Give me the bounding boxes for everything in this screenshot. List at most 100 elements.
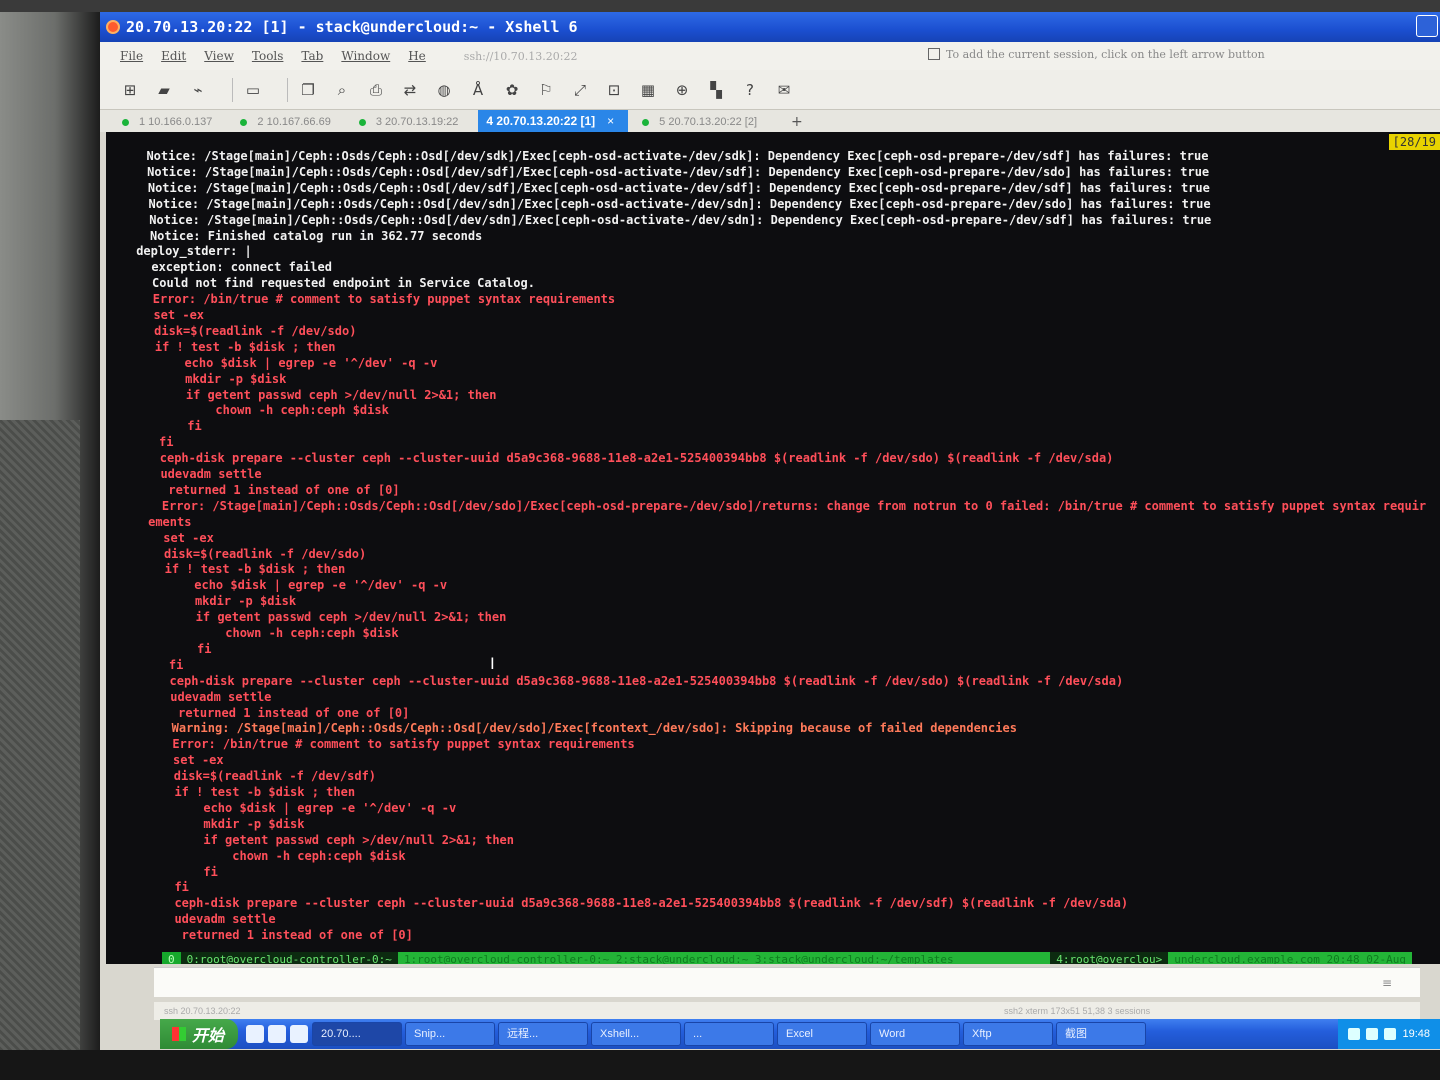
terminal-line: ceph-disk prepare --cluster ceph --clust…: [145, 451, 1114, 466]
tab-session-1[interactable]: 1 10.166.0.137: [114, 112, 226, 132]
script-icon[interactable]: ✿: [502, 80, 522, 100]
find-icon[interactable]: ⌕: [332, 80, 352, 100]
terminal-line: Error: /Stage[main]/Ceph::Osds/Ceph::Osd…: [147, 498, 1427, 513]
layout-icon[interactable]: ▚: [706, 80, 726, 100]
tab-close-icon[interactable]: ×: [607, 114, 614, 128]
toolbar-divider: [287, 77, 288, 102]
tray-security-icon[interactable]: [1384, 1028, 1397, 1040]
terminal-pane[interactable]: Notice: /Stage[main]/Ceph::Osds/Ceph::Os…: [106, 132, 1440, 964]
menu-tab[interactable]: Tab: [301, 49, 323, 63]
terminal-line: set -ex: [139, 308, 205, 322]
terminal-line: udevadm settle: [155, 689, 272, 704]
fullscreen-icon[interactable]: ⤢: [570, 80, 590, 100]
arrow-icon[interactable]: [928, 48, 940, 60]
toolbar-divider: [232, 77, 233, 102]
new-session-icon[interactable]: ⊞: [120, 80, 140, 100]
tray-network-icon[interactable]: [1348, 1028, 1361, 1040]
terminal-line: if ! test -b $disk ; then: [160, 785, 356, 799]
terminal-line: returned 1 instead of one of [0]: [160, 928, 413, 943]
taskbar-item[interactable]: 远程...: [498, 1022, 589, 1046]
properties-icon[interactable]: ▭: [243, 80, 263, 100]
terminal-line: returned 1 instead of one of [0]: [146, 482, 400, 497]
terminal-line: udevadm settle: [146, 467, 262, 481]
terminal-line: if getent passwd ceph >/dev/null 2>&1; t…: [160, 832, 515, 847]
xftp-icon[interactable]: ⚐: [536, 80, 556, 100]
transfer-icon[interactable]: ⇄: [400, 80, 420, 100]
quicklaunch-ie-icon[interactable]: [246, 1025, 265, 1043]
taskbar-item[interactable]: Excel: [777, 1022, 868, 1046]
monitor-bezel-bottom: [0, 1050, 1440, 1080]
globe-icon[interactable]: ◍: [434, 80, 454, 100]
start-label: 开始: [192, 1028, 225, 1045]
terminal-line: chown -h ceph:ceph $disk: [160, 848, 406, 863]
tab-session-3[interactable]: 3 20.70.13.19:22: [351, 112, 473, 132]
new-tab-button[interactable]: +: [791, 112, 803, 132]
taskbar-item[interactable]: Snip...: [405, 1022, 496, 1046]
status-host-time: undercloud.example.com 20:48 02-Aug: [1168, 952, 1412, 964]
copy-icon[interactable]: ❐: [298, 80, 318, 100]
terminal-line: ceph-disk prepare --cluster ceph --clust…: [160, 896, 1129, 911]
terminal-line: Notice: /Stage[main]/Ceph::Osds/Ceph::Os…: [134, 196, 1211, 211]
window-title: 20.70.13.20:22 [1] - stack@undercloud:~ …: [126, 18, 578, 36]
chat-icon[interactable]: ✉: [774, 80, 794, 100]
connected-dot-icon: [642, 118, 650, 126]
menu-view[interactable]: View: [204, 49, 234, 63]
taskbar-item[interactable]: 截图: [1056, 1022, 1147, 1046]
scroll-counter: [28/19: [1388, 134, 1440, 150]
session-address[interactable]: ssh://10.70.13.20:22: [464, 50, 578, 63]
terminal-line: Notice: /Stage[main]/Ceph::Osds/Ceph::Os…: [134, 212, 1212, 227]
connected-dot-icon: [122, 118, 129, 126]
print-icon[interactable]: ⎙: [366, 80, 386, 100]
terminal-line: disk=$(readlink -f /dev/sdf): [159, 769, 377, 784]
xshell-app-icon: [106, 20, 120, 34]
terminal-line: fi: [154, 657, 184, 672]
compose-bar[interactable]: ≡: [154, 967, 1420, 997]
taskbar-item-xshell[interactable]: 20.70....: [312, 1022, 403, 1046]
window-control-button[interactable]: [1416, 15, 1438, 37]
menu-help[interactable]: He: [408, 49, 426, 63]
menu-file[interactable]: File: [120, 49, 143, 63]
tab-session-4-active[interactable]: 4 20.70.13.20:22 [1] ×: [478, 110, 629, 132]
tab-label: 4 20.70.13.20:22 [1]: [486, 114, 596, 128]
link-icon[interactable]: ⌁: [188, 80, 208, 100]
title-bar[interactable]: 20.70.13.20:22 [1] - stack@undercloud:~ …: [100, 12, 1440, 42]
terminal-line: if ! test -b $disk ; then: [150, 562, 346, 577]
add-session-hint-text: To add the current session, click on the…: [946, 48, 1265, 61]
tab-session-2[interactable]: 2 10.167.66.69: [232, 112, 344, 132]
tab-label: 5 20.70.13.20:22 [2]: [659, 116, 758, 128]
add-tab-icon[interactable]: ⊕: [672, 80, 692, 100]
terminal-line: exception: connect failed: [136, 260, 332, 275]
terminal-line: mkdir -p $disk: [151, 594, 297, 609]
status-window-number: 0: [162, 952, 181, 964]
keyboard-icon[interactable]: ▦: [638, 80, 658, 100]
terminal-line: fi: [153, 641, 212, 656]
toolbar: ⊞ ▰ ⌁ ▭ ❐ ⌕ ⎙ ⇄ ◍ Å ✿ ⚐ ⤢ ⊡ ▦ ⊕ ▚ ? ✉: [100, 70, 1440, 110]
terminal-line: fi: [144, 435, 174, 450]
lock-icon[interactable]: ⊡: [604, 80, 624, 100]
connected-dot-icon: [240, 118, 248, 126]
menu-window[interactable]: Window: [341, 49, 390, 63]
terminal-line: ements: [148, 514, 192, 529]
terminal-line: ceph-disk prepare --cluster ceph --clust…: [155, 673, 1124, 688]
open-folder-icon[interactable]: ▰: [154, 80, 174, 100]
highlight-icon[interactable]: Å: [468, 80, 488, 100]
tab-session-5[interactable]: 5 20.70.13.20:22 [2]: [634, 112, 771, 132]
tray-volume-icon[interactable]: [1366, 1028, 1379, 1040]
help-icon[interactable]: ?: [740, 80, 760, 100]
taskbar-item[interactable]: Word: [870, 1022, 961, 1046]
start-button[interactable]: 开始: [160, 1019, 239, 1049]
compose-menu-icon[interactable]: ≡: [1382, 976, 1392, 990]
status-active-window: 0:root@overcloud-controller-0:~: [180, 952, 398, 964]
quicklaunch-explorer-icon[interactable]: [268, 1025, 287, 1043]
monitor-bezel-left: [0, 0, 100, 1080]
status-connection: ssh 20.70.13.20:22: [164, 1006, 241, 1016]
taskbar: 开始 20.70.... Snip... 远程... Xshell... ...…: [160, 1019, 1440, 1049]
background-fabric: [0, 420, 80, 1080]
menu-tools[interactable]: Tools: [252, 49, 284, 63]
taskbar-item[interactable]: ...: [684, 1022, 775, 1046]
taskbar-item[interactable]: Xshell...: [591, 1022, 682, 1046]
quicklaunch-media-icon[interactable]: [290, 1025, 309, 1043]
terminal-line: if getent passwd ceph >/dev/null 2>&1; t…: [142, 387, 497, 402]
menu-edit[interactable]: Edit: [161, 49, 186, 63]
taskbar-item[interactable]: Xftp: [963, 1022, 1054, 1046]
